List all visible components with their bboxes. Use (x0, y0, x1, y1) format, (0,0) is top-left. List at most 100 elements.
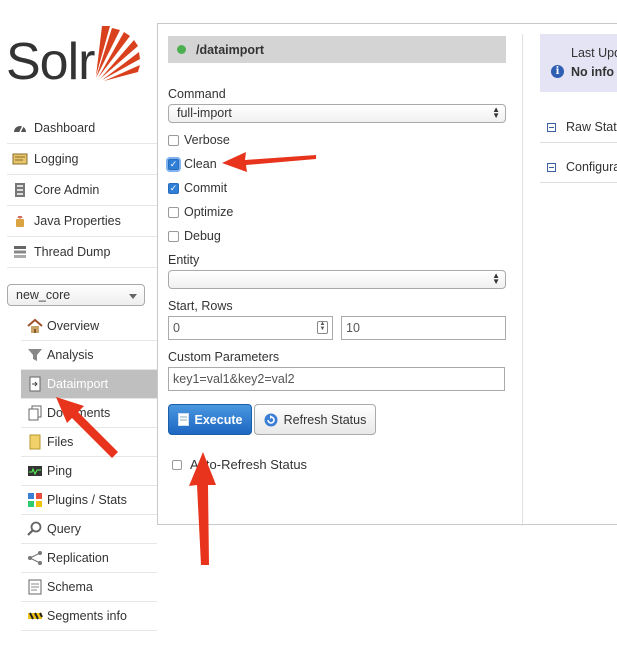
solr-logo[interactable]: Solr (6, 22, 146, 92)
execute-button[interactable]: Execute (168, 404, 252, 435)
verbose-checkbox[interactable]: Verbose (168, 131, 230, 149)
core-nav-ping[interactable]: Ping (21, 457, 157, 486)
dashboard-icon (14, 125, 26, 133)
nav-core-admin[interactable]: Core Admin (7, 175, 157, 206)
info-icon: i (551, 65, 564, 78)
core-nav-label: Schema (47, 580, 93, 594)
nav-logging[interactable]: Logging (7, 144, 157, 175)
status-dot-icon (177, 45, 186, 54)
raw-status-toggle[interactable]: Raw Statu (540, 112, 617, 143)
core-selector-value: new_core (16, 288, 71, 302)
checkbox-box[interactable] (168, 206, 179, 218)
core-nav-analysis[interactable]: Analysis (21, 341, 157, 370)
core-nav-files[interactable]: Files (21, 428, 157, 457)
auto-refresh-checkbox[interactable]: Auto-Refresh Status (172, 457, 307, 472)
checkbox-box[interactable]: ✓ (168, 158, 179, 170)
core-nav-overview[interactable]: Overview (21, 312, 157, 341)
optimize-checkbox[interactable]: Optimize (168, 203, 233, 221)
entity-select[interactable]: ▲ ▼ (168, 270, 506, 289)
core-nav-label: Ping (47, 464, 73, 478)
thread-dump-icon (14, 246, 26, 258)
checkbox-label: Verbose (184, 133, 230, 147)
document-icon (177, 413, 189, 426)
schema-icon (28, 579, 42, 595)
nav-label: Thread Dump (34, 245, 111, 259)
select-arrows-icon: ▲ ▼ (492, 105, 500, 120)
command-label: Command (168, 87, 226, 101)
configuration-label: Configura (566, 160, 617, 174)
core-nav-documents[interactable]: Documents (21, 399, 157, 428)
checkbox-box[interactable] (172, 459, 182, 470)
main-nav: Dashboard Logging Core Admin Java Proper… (7, 113, 157, 268)
custom-params-value: key1=val1&key2=val2 (173, 372, 295, 386)
commit-checkbox[interactable]: ✓ Commit (168, 179, 227, 197)
last-update-box: Last Upd i No info (540, 34, 617, 92)
custom-params-input[interactable]: key1=val1&key2=val2 (168, 367, 505, 391)
core-nav-label: Plugins / Stats (47, 493, 127, 507)
core-nav-label: Segments info (47, 609, 127, 623)
dataimport-panel: /dataimport Command full-import ▲ ▼ Verbo… (157, 23, 617, 526)
command-value: full-import (177, 106, 232, 120)
panel-divider (522, 34, 523, 526)
rows-input[interactable]: 10 (341, 316, 506, 340)
custom-params-label: Custom Parameters (168, 350, 280, 364)
refresh-status-button[interactable]: Refresh Status (254, 404, 376, 435)
entity-label: Entity (168, 253, 200, 267)
dataimport-icon (29, 376, 41, 392)
magnifier-icon (27, 521, 42, 536)
solr-sun-icon (96, 26, 140, 81)
nav-java-properties[interactable]: Java Properties (7, 206, 157, 237)
core-nav-label: Replication (47, 551, 109, 565)
ping-icon (28, 466, 42, 476)
command-select[interactable]: full-import ▲ ▼ (168, 104, 506, 123)
logging-icon (12, 153, 28, 165)
core-nav-label: Dataimport (47, 377, 109, 391)
core-nav-label: Files (47, 435, 74, 449)
chevron-down-icon (129, 294, 137, 299)
configuration-toggle[interactable]: Configura (540, 152, 617, 183)
core-nav-label: Analysis (47, 348, 94, 362)
java-icon (16, 216, 24, 227)
core-nav-schema[interactable]: Schema (21, 573, 157, 602)
logo-text: Solr (6, 33, 95, 91)
core-nav-label: Query (47, 522, 82, 536)
core-nav-label: Overview (47, 319, 100, 333)
start-value: 0 (173, 321, 180, 335)
collapse-icon (547, 162, 556, 172)
nav-label: Logging (34, 152, 79, 166)
checkbox-label: Commit (184, 181, 228, 195)
nav-label: Core Admin (34, 183, 100, 197)
plugins-icon (28, 493, 42, 507)
clean-checkbox[interactable]: ✓ Clean (168, 155, 217, 173)
nav-dashboard[interactable]: Dashboard (7, 113, 157, 144)
select-arrows-icon: ▲ ▼ (492, 271, 500, 286)
execute-label: Execute (194, 412, 243, 427)
core-nav-query[interactable]: Query (21, 515, 157, 544)
checkbox-box[interactable] (168, 134, 179, 146)
core-nav-plugins-stats[interactable]: Plugins / Stats (21, 486, 157, 515)
handler-name: /dataimport (196, 42, 265, 57)
core-nav-segments-info[interactable]: Segments info (21, 602, 157, 631)
core-nav-replication[interactable]: Replication (21, 544, 157, 573)
checkbox-label: Clean (184, 157, 217, 171)
rows-value: 10 (346, 321, 360, 335)
funnel-icon (28, 349, 42, 361)
core-nav-dataimport[interactable]: Dataimport (21, 370, 157, 399)
handler-header[interactable]: /dataimport (168, 36, 506, 63)
core-selector[interactable]: new_core (7, 284, 145, 306)
checkbox-label: Optimize (184, 205, 234, 219)
nav-label: Dashboard (34, 121, 96, 135)
start-input[interactable]: 0 ▲ ▼ (168, 316, 333, 340)
raw-status-label: Raw Statu (566, 120, 617, 134)
checkbox-box[interactable]: ✓ (168, 182, 179, 194)
last-update-label: Last Upd (571, 46, 617, 60)
segments-icon (28, 612, 43, 620)
debug-checkbox[interactable]: Debug (168, 227, 221, 245)
nav-thread-dump[interactable]: Thread Dump (7, 237, 157, 268)
core-nav: Overview Analysis Dataimport Documents F… (21, 312, 157, 631)
replication-icon (28, 551, 42, 565)
start-rows-label: Start, Rows (168, 299, 233, 313)
checkbox-box[interactable] (168, 230, 179, 242)
refresh-label: Refresh Status (283, 412, 367, 427)
stepper-icon[interactable]: ▲ ▼ (317, 321, 328, 334)
